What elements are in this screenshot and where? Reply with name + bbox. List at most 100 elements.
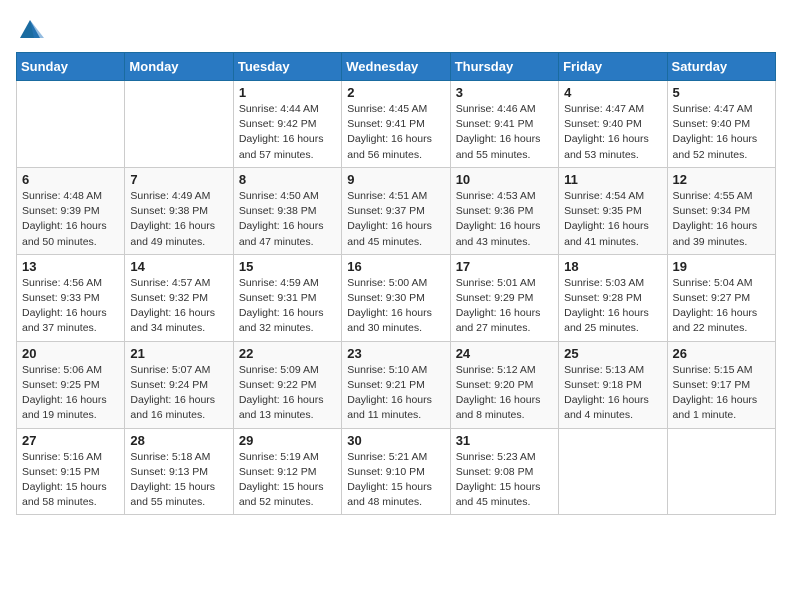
calendar-cell: 30 Sunrise: 5:21 AM Sunset: 9:10 PM Dayli…: [342, 428, 450, 515]
day-detail: Sunrise: 4:59 AM Sunset: 9:31 PM Dayligh…: [239, 276, 336, 337]
day-number: 3: [456, 85, 553, 100]
day-detail: Sunrise: 5:09 AM Sunset: 9:22 PM Dayligh…: [239, 363, 336, 424]
calendar-cell: 31 Sunrise: 5:23 AM Sunset: 9:08 PM Dayli…: [450, 428, 558, 515]
day-detail: Sunrise: 5:19 AM Sunset: 9:12 PM Dayligh…: [239, 450, 336, 511]
calendar-cell: 21Sunrise: 5:07 AM Sunset: 9:24 PM Dayli…: [125, 341, 233, 428]
day-detail: Sunrise: 5:23 AM Sunset: 9:08 PM Dayligh…: [456, 450, 553, 511]
calendar-cell: 18Sunrise: 5:03 AM Sunset: 9:28 PM Dayli…: [559, 254, 667, 341]
calendar-week-5: 27 Sunrise: 5:16 AM Sunset: 9:15 PM Dayli…: [17, 428, 776, 515]
weekday-header-wednesday: Wednesday: [342, 53, 450, 81]
day-detail: Sunrise: 4:55 AM Sunset: 9:34 PM Dayligh…: [673, 189, 770, 250]
day-detail: Sunrise: 5:06 AM Sunset: 9:25 PM Dayligh…: [22, 363, 119, 424]
day-number: 26: [673, 346, 770, 361]
day-number: 19: [673, 259, 770, 274]
calendar-cell: 6 Sunrise: 4:48 AM Sunset: 9:39 PM Daylig…: [17, 167, 125, 254]
calendar-header-row: SundayMondayTuesdayWednesdayThursdayFrid…: [17, 53, 776, 81]
calendar-cell: 16 Sunrise: 5:00 AM Sunset: 9:30 PM Dayli…: [342, 254, 450, 341]
day-number: 5: [673, 85, 770, 100]
calendar-cell: 19Sunrise: 5:04 AM Sunset: 9:27 PM Dayli…: [667, 254, 775, 341]
day-detail: Sunrise: 4:44 AM Sunset: 9:42 PM Dayligh…: [239, 102, 336, 163]
day-number: 10: [456, 172, 553, 187]
day-number: 27: [22, 433, 119, 448]
calendar-cell: 26Sunrise: 5:15 AM Sunset: 9:17 PM Dayli…: [667, 341, 775, 428]
logo: [16, 16, 46, 44]
day-number: 13: [22, 259, 119, 274]
day-detail: Sunrise: 4:45 AM Sunset: 9:41 PM Dayligh…: [347, 102, 444, 163]
calendar-cell: [559, 428, 667, 515]
weekday-header-friday: Friday: [559, 53, 667, 81]
page-header: [16, 16, 776, 44]
weekday-header-saturday: Saturday: [667, 53, 775, 81]
calendar-cell: 23 Sunrise: 5:10 AM Sunset: 9:21 PM Dayli…: [342, 341, 450, 428]
day-number: 16: [347, 259, 444, 274]
day-detail: Sunrise: 5:01 AM Sunset: 9:29 PM Dayligh…: [456, 276, 553, 337]
day-number: 31: [456, 433, 553, 448]
day-number: 7: [130, 172, 227, 187]
day-number: 14: [130, 259, 227, 274]
calendar-table: SundayMondayTuesdayWednesdayThursdayFrid…: [16, 52, 776, 515]
day-number: 17: [456, 259, 553, 274]
calendar-cell: 14Sunrise: 4:57 AM Sunset: 9:32 PM Dayli…: [125, 254, 233, 341]
day-detail: Sunrise: 5:21 AM Sunset: 9:10 PM Dayligh…: [347, 450, 444, 511]
day-detail: Sunrise: 5:07 AM Sunset: 9:24 PM Dayligh…: [130, 363, 227, 424]
day-number: 9: [347, 172, 444, 187]
day-detail: Sunrise: 5:10 AM Sunset: 9:21 PM Dayligh…: [347, 363, 444, 424]
calendar-cell: 9 Sunrise: 4:51 AM Sunset: 9:37 PM Daylig…: [342, 167, 450, 254]
day-detail: Sunrise: 5:12 AM Sunset: 9:20 PM Dayligh…: [456, 363, 553, 424]
day-number: 12: [673, 172, 770, 187]
calendar-cell: 25 Sunrise: 5:13 AM Sunset: 9:18 PM Dayli…: [559, 341, 667, 428]
calendar-cell: 5 Sunrise: 4:47 AM Sunset: 9:40 PM Daylig…: [667, 81, 775, 168]
calendar-cell: [125, 81, 233, 168]
weekday-header-monday: Monday: [125, 53, 233, 81]
day-detail: Sunrise: 4:47 AM Sunset: 9:40 PM Dayligh…: [564, 102, 661, 163]
day-number: 15: [239, 259, 336, 274]
calendar-cell: 15 Sunrise: 4:59 AM Sunset: 9:31 PM Dayli…: [233, 254, 341, 341]
day-number: 4: [564, 85, 661, 100]
calendar-cell: 1Sunrise: 4:44 AM Sunset: 9:42 PM Daylig…: [233, 81, 341, 168]
calendar-cell: 20 Sunrise: 5:06 AM Sunset: 9:25 PM Dayli…: [17, 341, 125, 428]
calendar-cell: 27 Sunrise: 5:16 AM Sunset: 9:15 PM Dayli…: [17, 428, 125, 515]
calendar-cell: 28 Sunrise: 5:18 AM Sunset: 9:13 PM Dayli…: [125, 428, 233, 515]
calendar-cell: 17 Sunrise: 5:01 AM Sunset: 9:29 PM Dayli…: [450, 254, 558, 341]
calendar-cell: 10 Sunrise: 4:53 AM Sunset: 9:36 PM Dayli…: [450, 167, 558, 254]
day-detail: Sunrise: 5:00 AM Sunset: 9:30 PM Dayligh…: [347, 276, 444, 337]
calendar-week-4: 20 Sunrise: 5:06 AM Sunset: 9:25 PM Dayli…: [17, 341, 776, 428]
day-detail: Sunrise: 4:48 AM Sunset: 9:39 PM Dayligh…: [22, 189, 119, 250]
day-number: 24: [456, 346, 553, 361]
weekday-header-thursday: Thursday: [450, 53, 558, 81]
day-number: 20: [22, 346, 119, 361]
day-number: 29: [239, 433, 336, 448]
day-detail: Sunrise: 5:13 AM Sunset: 9:18 PM Dayligh…: [564, 363, 661, 424]
day-number: 22: [239, 346, 336, 361]
calendar-week-2: 6 Sunrise: 4:48 AM Sunset: 9:39 PM Daylig…: [17, 167, 776, 254]
calendar-cell: 7 Sunrise: 4:49 AM Sunset: 9:38 PM Daylig…: [125, 167, 233, 254]
day-detail: Sunrise: 4:47 AM Sunset: 9:40 PM Dayligh…: [673, 102, 770, 163]
calendar-cell: 12 Sunrise: 4:55 AM Sunset: 9:34 PM Dayli…: [667, 167, 775, 254]
calendar-cell: 13Sunrise: 4:56 AM Sunset: 9:33 PM Dayli…: [17, 254, 125, 341]
logo-icon: [16, 16, 44, 44]
day-detail: Sunrise: 4:53 AM Sunset: 9:36 PM Dayligh…: [456, 189, 553, 250]
day-detail: Sunrise: 4:51 AM Sunset: 9:37 PM Dayligh…: [347, 189, 444, 250]
calendar-cell: 8Sunrise: 4:50 AM Sunset: 9:38 PM Daylig…: [233, 167, 341, 254]
day-detail: Sunrise: 5:16 AM Sunset: 9:15 PM Dayligh…: [22, 450, 119, 511]
calendar-cell: 3 Sunrise: 4:46 AM Sunset: 9:41 PM Daylig…: [450, 81, 558, 168]
calendar-cell: 2Sunrise: 4:45 AM Sunset: 9:41 PM Daylig…: [342, 81, 450, 168]
day-number: 30: [347, 433, 444, 448]
day-detail: Sunrise: 4:54 AM Sunset: 9:35 PM Dayligh…: [564, 189, 661, 250]
day-detail: Sunrise: 4:49 AM Sunset: 9:38 PM Dayligh…: [130, 189, 227, 250]
day-number: 6: [22, 172, 119, 187]
day-number: 23: [347, 346, 444, 361]
calendar-cell: 22 Sunrise: 5:09 AM Sunset: 9:22 PM Dayli…: [233, 341, 341, 428]
calendar-cell: [17, 81, 125, 168]
day-detail: Sunrise: 4:50 AM Sunset: 9:38 PM Dayligh…: [239, 189, 336, 250]
calendar-cell: 29 Sunrise: 5:19 AM Sunset: 9:12 PM Dayli…: [233, 428, 341, 515]
calendar-week-3: 13Sunrise: 4:56 AM Sunset: 9:33 PM Dayli…: [17, 254, 776, 341]
day-number: 28: [130, 433, 227, 448]
day-detail: Sunrise: 4:46 AM Sunset: 9:41 PM Dayligh…: [456, 102, 553, 163]
weekday-header-sunday: Sunday: [17, 53, 125, 81]
day-number: 25: [564, 346, 661, 361]
calendar-cell: [667, 428, 775, 515]
calendar-week-1: 1Sunrise: 4:44 AM Sunset: 9:42 PM Daylig…: [17, 81, 776, 168]
day-number: 11: [564, 172, 661, 187]
day-detail: Sunrise: 5:18 AM Sunset: 9:13 PM Dayligh…: [130, 450, 227, 511]
